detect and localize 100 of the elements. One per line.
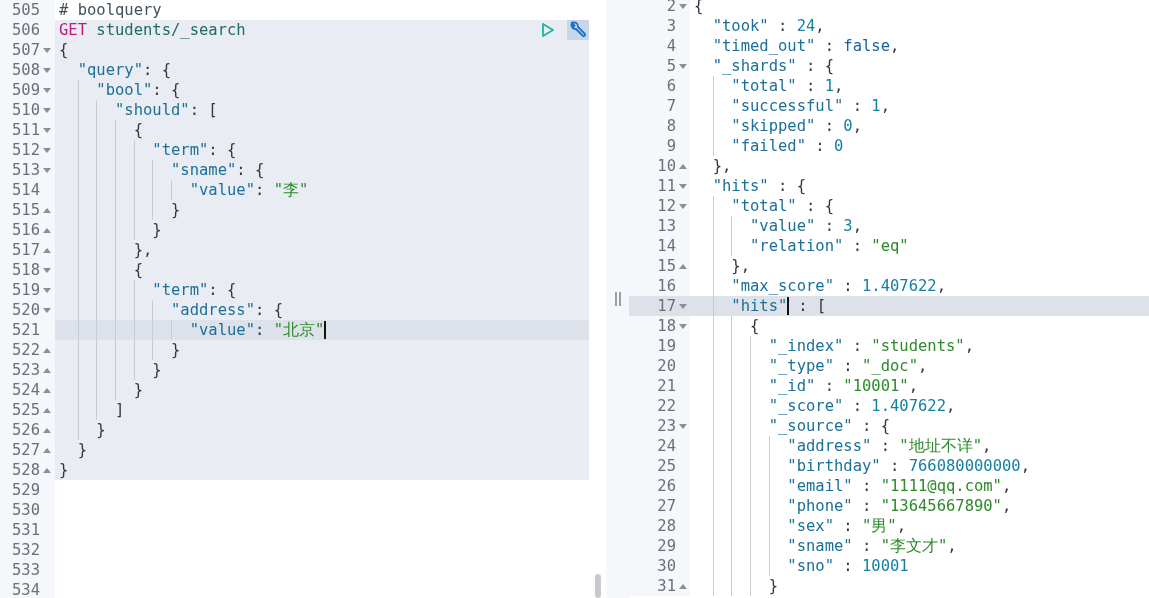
line-number: 10 bbox=[656, 156, 676, 176]
line-number: 6 bbox=[665, 76, 676, 96]
unfold-icon[interactable] bbox=[43, 407, 51, 413]
fold-icon[interactable] bbox=[43, 127, 51, 133]
line-number: 520 bbox=[11, 300, 40, 320]
line-number: 2 bbox=[665, 0, 676, 16]
unfold-icon[interactable] bbox=[43, 347, 51, 353]
code-line: "total" : { bbox=[690, 196, 1149, 216]
code-line: "sname" : "李文才", bbox=[690, 536, 1149, 556]
fold-icon[interactable] bbox=[43, 67, 51, 73]
line-number: 4 bbox=[665, 36, 676, 56]
line-number: 512 bbox=[11, 140, 40, 160]
line-number: 531 bbox=[11, 520, 40, 540]
line-number: 513 bbox=[11, 160, 40, 180]
line-number: 528 bbox=[11, 460, 40, 480]
fold-icon[interactable] bbox=[43, 147, 51, 153]
line-number: 509 bbox=[11, 80, 40, 100]
code-line: "timed_out" : false, bbox=[711, 36, 901, 56]
code-line: "hits" : { bbox=[711, 176, 807, 196]
fold-icon[interactable] bbox=[679, 303, 687, 309]
line-number: 20 bbox=[656, 356, 676, 376]
fold-icon[interactable] bbox=[43, 167, 51, 173]
code-line: "phone" : "13645667890", bbox=[690, 496, 1149, 516]
code-line: "skipped" : 0, bbox=[690, 116, 1149, 136]
fold-icon[interactable] bbox=[679, 203, 687, 209]
line-number: 17 bbox=[656, 296, 676, 316]
line-number: 516 bbox=[11, 220, 40, 240]
line-number: 7 bbox=[665, 96, 676, 116]
unfold-icon[interactable] bbox=[43, 467, 51, 473]
fold-icon[interactable] bbox=[43, 287, 51, 293]
line-number: 517 bbox=[11, 240, 40, 260]
resize-handle[interactable] bbox=[614, 292, 621, 306]
line-number: 5 bbox=[665, 56, 676, 76]
fold-icon[interactable] bbox=[679, 423, 687, 429]
code-line: "email" : "1111@qq.com", bbox=[690, 476, 1149, 496]
line-number: 510 bbox=[11, 100, 40, 120]
code-line: "address" : "地址不详", bbox=[690, 436, 1149, 456]
unfold-icon[interactable] bbox=[43, 367, 51, 373]
unfold-icon[interactable] bbox=[43, 387, 51, 393]
fold-icon[interactable] bbox=[679, 3, 687, 9]
line-number: 508 bbox=[11, 60, 40, 80]
wrench-button[interactable] bbox=[567, 20, 589, 40]
code-line: "_type" : "_doc", bbox=[690, 356, 1149, 376]
code-line: "_score" : 1.407622, bbox=[690, 396, 1149, 416]
code-line: }, bbox=[711, 156, 733, 176]
line-number: 527 bbox=[11, 440, 40, 460]
unfold-icon[interactable] bbox=[43, 427, 51, 433]
fold-icon[interactable] bbox=[43, 307, 51, 313]
code-line: "_shards" : { bbox=[711, 56, 835, 76]
unfold-icon[interactable] bbox=[43, 247, 51, 253]
line-number: 27 bbox=[656, 496, 676, 516]
fold-icon[interactable] bbox=[43, 267, 51, 273]
unfold-icon[interactable] bbox=[679, 263, 687, 269]
line-number: 511 bbox=[11, 120, 40, 140]
line-number: 21 bbox=[656, 376, 676, 396]
code-line: "_id" : "10001", bbox=[690, 376, 1149, 396]
unfold-icon[interactable] bbox=[43, 447, 51, 453]
line-number: 31 bbox=[656, 576, 676, 596]
unfold-icon[interactable] bbox=[43, 207, 51, 213]
unfold-icon[interactable] bbox=[43, 227, 51, 233]
code-line: { bbox=[690, 316, 1149, 336]
line-number: 14 bbox=[656, 236, 676, 256]
line-number: 12 bbox=[656, 196, 676, 216]
line-number: 533 bbox=[11, 560, 40, 580]
line-number: 30 bbox=[656, 556, 676, 576]
code-line: "successful" : 1, bbox=[690, 96, 1149, 116]
line-number: 524 bbox=[11, 380, 40, 400]
code-line: "max_score" : 1.407622, bbox=[690, 276, 1149, 296]
line-number: 515 bbox=[11, 200, 40, 220]
line-number: 19 bbox=[656, 336, 676, 356]
line-number: 3 bbox=[665, 16, 676, 36]
code-line: } bbox=[690, 576, 1149, 596]
line-number: 529 bbox=[11, 480, 40, 500]
fold-icon[interactable] bbox=[43, 47, 51, 53]
code-line: "_index" : "students", bbox=[690, 336, 1149, 356]
fold-icon[interactable] bbox=[679, 183, 687, 189]
code-line: }, bbox=[690, 256, 1149, 276]
line-number: 530 bbox=[11, 500, 40, 520]
line-number: 23 bbox=[656, 416, 676, 436]
line-number: 22 bbox=[656, 396, 676, 416]
code-line: "birthday" : 766080000000, bbox=[690, 456, 1149, 476]
line-number: 525 bbox=[11, 400, 40, 420]
code-line: "failed" : 0 bbox=[690, 136, 1149, 156]
fold-icon[interactable] bbox=[43, 107, 51, 113]
line-number: 522 bbox=[11, 340, 40, 360]
scrollbar-thumb[interactable] bbox=[594, 574, 601, 598]
unfold-icon[interactable] bbox=[679, 163, 687, 169]
unfold-icon[interactable] bbox=[679, 583, 687, 589]
fold-icon[interactable] bbox=[43, 87, 51, 93]
line-number: 534 bbox=[11, 580, 40, 598]
line-number: 518 bbox=[11, 260, 40, 280]
line-number: 526 bbox=[11, 420, 40, 440]
fold-icon[interactable] bbox=[679, 323, 687, 329]
line-number: 18 bbox=[656, 316, 676, 336]
code-line: "sno" : 10001 bbox=[690, 556, 1149, 576]
fold-icon[interactable] bbox=[679, 63, 687, 69]
line-number: 514 bbox=[11, 180, 40, 200]
code-line: "_source" : { bbox=[690, 416, 1149, 436]
line-number: 521 bbox=[11, 320, 40, 340]
line-number: 523 bbox=[11, 360, 40, 380]
